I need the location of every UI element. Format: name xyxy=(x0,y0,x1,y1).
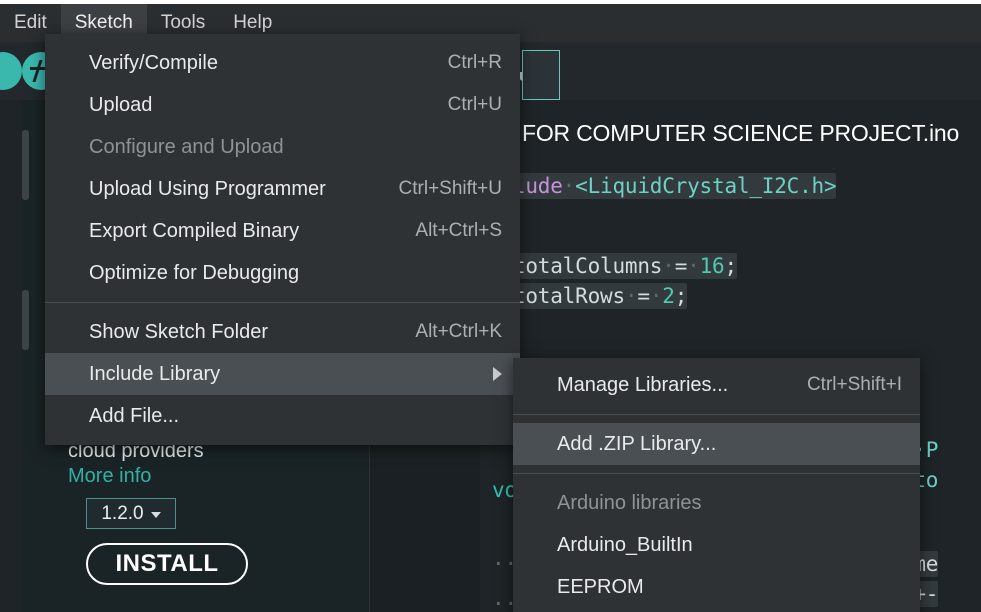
menu-item-label: Show Sketch Folder xyxy=(89,320,268,343)
menu-item-accelerator: Ctrl+R xyxy=(447,52,502,73)
menu-separator xyxy=(513,414,920,415)
menu-item-accelerator: Ctrl+Shift+I xyxy=(806,374,902,395)
library-list-scrollbar[interactable] xyxy=(22,130,29,200)
submenu-section-arduino-libraries: Arduino libraries xyxy=(513,482,920,524)
more-info-link[interactable]: More info xyxy=(68,465,151,488)
install-button[interactable]: INSTALL xyxy=(86,543,248,585)
submenu-item-add-zip-library[interactable]: Add .ZIP Library... xyxy=(513,423,920,465)
menu-section-label: Arduino libraries xyxy=(557,491,702,514)
menu-item-show-sketch-folder[interactable]: Show Sketch Folder Alt+Ctrl+K xyxy=(45,311,520,353)
menu-item-label: Include Library xyxy=(89,362,221,385)
menu-item-accelerator: Ctrl+U xyxy=(447,94,502,115)
menu-item-label: Upload Using Programmer xyxy=(89,177,326,200)
chevron-down-icon xyxy=(150,512,161,518)
menu-item-label: Configure and Upload xyxy=(89,135,284,158)
menu-item-label: Add .ZIP Library... xyxy=(557,432,717,455)
menu-item-label: Upload xyxy=(89,93,153,116)
menu-item-export-compiled-binary[interactable]: Export Compiled Binary Alt+Ctrl+S xyxy=(45,210,520,252)
menu-item-label: Manage Libraries... xyxy=(557,373,729,396)
menu-item-accelerator: Alt+Ctrl+S xyxy=(415,220,502,241)
menu-item-upload[interactable]: Upload Ctrl+U xyxy=(45,84,520,126)
verify-check-icon[interactable] xyxy=(0,52,22,90)
menu-item-accelerator: Alt+Ctrl+K xyxy=(415,321,502,342)
menu-item-label: EEPROM xyxy=(557,575,644,598)
code-line: nclude·<LiquidCrystal_I2C.h> xyxy=(488,173,837,199)
library-version-select[interactable]: 1.2.0 xyxy=(86,498,176,529)
menu-item-accelerator: Ctrl+Shift+U xyxy=(398,178,502,199)
arduino-ide-window: FOR COMPUTER SCIENCE PROJECT.ino 9 10 11… xyxy=(0,0,981,612)
menu-item-upload-using-programmer[interactable]: Upload Using Programmer Ctrl+Shift+U xyxy=(45,168,520,210)
menu-item-label: Arduino_BuiltIn xyxy=(557,533,693,556)
menu-separator xyxy=(513,473,920,474)
editor-tab-title[interactable]: FOR COMPUTER SCIENCE PROJECT.ino xyxy=(522,120,959,147)
submenu-item-eeprom[interactable]: EEPROM xyxy=(513,566,920,608)
sketch-dropdown-menu: Verify/Compile Ctrl+R Upload Ctrl+U Conf… xyxy=(45,34,520,445)
menu-item-label: Add File... xyxy=(89,404,180,427)
include-library-submenu: Manage Libraries... Ctrl+Shift+I Add .ZI… xyxy=(513,358,920,612)
menu-item-label: Optimize for Debugging xyxy=(89,261,300,284)
upload-arrow-glyph-stem xyxy=(32,60,43,82)
board-selector-dropdown[interactable] xyxy=(522,50,560,100)
chevron-right-icon xyxy=(493,367,502,381)
library-version-value: 1.2.0 xyxy=(101,502,144,524)
menu-item-verify-compile[interactable]: Verify/Compile Ctrl+R xyxy=(45,42,520,84)
menu-item-include-library[interactable]: Include Library xyxy=(45,353,520,395)
submenu-item-manage-libraries[interactable]: Manage Libraries... Ctrl+Shift+I xyxy=(513,364,920,406)
code-line: t·totalColumns·=·16; xyxy=(488,253,737,279)
library-list-scrollbar-secondary[interactable] xyxy=(22,290,29,350)
menu-item-add-file[interactable]: Add File... xyxy=(45,395,520,437)
menu-separator xyxy=(45,302,520,303)
menu-item-label: Export Compiled Binary xyxy=(89,219,300,242)
submenu-item-arduino-builtin[interactable]: Arduino_BuiltIn xyxy=(513,524,920,566)
menu-item-configure-and-upload: Configure and Upload xyxy=(45,126,520,168)
menu-item-optimize-for-debugging[interactable]: Optimize for Debugging xyxy=(45,252,520,294)
menu-item-label: Verify/Compile xyxy=(89,51,218,74)
